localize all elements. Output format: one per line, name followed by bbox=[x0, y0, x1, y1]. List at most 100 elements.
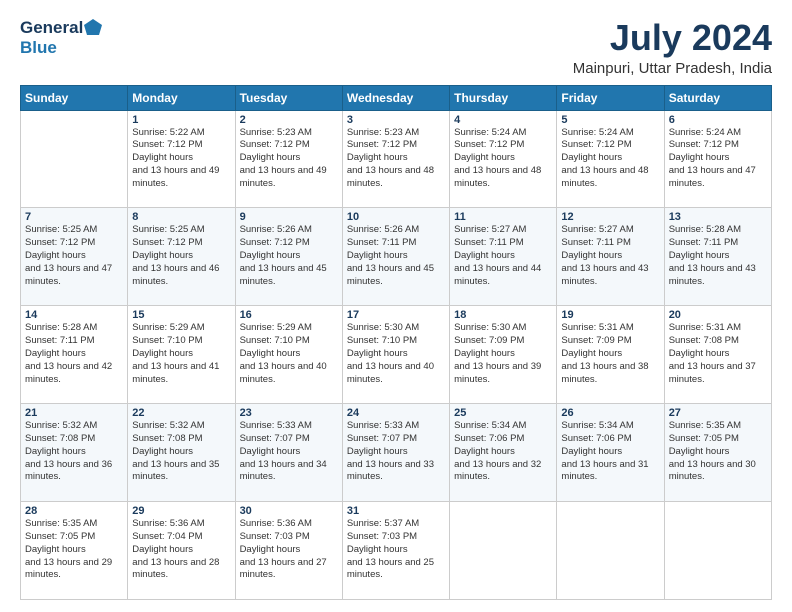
day-info: Sunrise: 5:25 AM Sunset: 7:12 PM Dayligh… bbox=[25, 224, 123, 288]
col-sunday: Sunday bbox=[21, 85, 128, 110]
logo-icon bbox=[84, 19, 102, 35]
day-info: Sunrise: 5:34 AM Sunset: 7:06 PM Dayligh… bbox=[454, 420, 552, 484]
col-thursday: Thursday bbox=[450, 85, 557, 110]
col-saturday: Saturday bbox=[664, 85, 771, 110]
day-info: Sunrise: 5:35 AM Sunset: 7:05 PM Dayligh… bbox=[25, 518, 123, 582]
day-number: 26 bbox=[561, 407, 659, 419]
day-number: 4 bbox=[454, 114, 552, 126]
day-info: Sunrise: 5:30 AM Sunset: 7:10 PM Dayligh… bbox=[347, 322, 445, 386]
table-row: 10 Sunrise: 5:26 AM Sunset: 7:11 PM Dayl… bbox=[342, 208, 449, 306]
table-row bbox=[450, 502, 557, 600]
calendar-table: Sunday Monday Tuesday Wednesday Thursday… bbox=[20, 85, 772, 600]
day-info: Sunrise: 5:34 AM Sunset: 7:06 PM Dayligh… bbox=[561, 420, 659, 484]
week-row-5: 28 Sunrise: 5:35 AM Sunset: 7:05 PM Dayl… bbox=[21, 502, 772, 600]
table-row: 17 Sunrise: 5:30 AM Sunset: 7:10 PM Dayl… bbox=[342, 306, 449, 404]
table-row: 20 Sunrise: 5:31 AM Sunset: 7:08 PM Dayl… bbox=[664, 306, 771, 404]
day-info: Sunrise: 5:33 AM Sunset: 7:07 PM Dayligh… bbox=[347, 420, 445, 484]
title-location: Mainpuri, Uttar Pradesh, India bbox=[573, 60, 772, 77]
day-number: 13 bbox=[669, 211, 767, 223]
table-row: 16 Sunrise: 5:29 AM Sunset: 7:10 PM Dayl… bbox=[235, 306, 342, 404]
day-number: 25 bbox=[454, 407, 552, 419]
logo-blue-text: Blue bbox=[20, 38, 57, 58]
day-number: 20 bbox=[669, 309, 767, 321]
day-info: Sunrise: 5:27 AM Sunset: 7:11 PM Dayligh… bbox=[454, 224, 552, 288]
title-month-year: July 2024 bbox=[573, 18, 772, 58]
table-row bbox=[21, 110, 128, 208]
day-number: 6 bbox=[669, 114, 767, 126]
day-number: 31 bbox=[347, 505, 445, 517]
table-row: 7 Sunrise: 5:25 AM Sunset: 7:12 PM Dayli… bbox=[21, 208, 128, 306]
day-number: 14 bbox=[25, 309, 123, 321]
day-number: 19 bbox=[561, 309, 659, 321]
day-info: Sunrise: 5:23 AM Sunset: 7:12 PM Dayligh… bbox=[347, 127, 445, 191]
day-info: Sunrise: 5:24 AM Sunset: 7:12 PM Dayligh… bbox=[561, 127, 659, 191]
table-row: 19 Sunrise: 5:31 AM Sunset: 7:09 PM Dayl… bbox=[557, 306, 664, 404]
day-info: Sunrise: 5:33 AM Sunset: 7:07 PM Dayligh… bbox=[240, 420, 338, 484]
day-info: Sunrise: 5:26 AM Sunset: 7:11 PM Dayligh… bbox=[347, 224, 445, 288]
week-row-3: 14 Sunrise: 5:28 AM Sunset: 7:11 PM Dayl… bbox=[21, 306, 772, 404]
day-number: 11 bbox=[454, 211, 552, 223]
day-info: Sunrise: 5:26 AM Sunset: 7:12 PM Dayligh… bbox=[240, 224, 338, 288]
week-row-1: 1 Sunrise: 5:22 AM Sunset: 7:12 PM Dayli… bbox=[21, 110, 772, 208]
table-row: 15 Sunrise: 5:29 AM Sunset: 7:10 PM Dayl… bbox=[128, 306, 235, 404]
table-row: 12 Sunrise: 5:27 AM Sunset: 7:11 PM Dayl… bbox=[557, 208, 664, 306]
table-row: 4 Sunrise: 5:24 AM Sunset: 7:12 PM Dayli… bbox=[450, 110, 557, 208]
day-number: 2 bbox=[240, 114, 338, 126]
day-info: Sunrise: 5:36 AM Sunset: 7:04 PM Dayligh… bbox=[132, 518, 230, 582]
table-row bbox=[664, 502, 771, 600]
day-number: 24 bbox=[347, 407, 445, 419]
table-row: 18 Sunrise: 5:30 AM Sunset: 7:09 PM Dayl… bbox=[450, 306, 557, 404]
table-row: 25 Sunrise: 5:34 AM Sunset: 7:06 PM Dayl… bbox=[450, 404, 557, 502]
table-row: 11 Sunrise: 5:27 AM Sunset: 7:11 PM Dayl… bbox=[450, 208, 557, 306]
day-number: 10 bbox=[347, 211, 445, 223]
table-row: 5 Sunrise: 5:24 AM Sunset: 7:12 PM Dayli… bbox=[557, 110, 664, 208]
day-number: 21 bbox=[25, 407, 123, 419]
day-number: 16 bbox=[240, 309, 338, 321]
table-row: 22 Sunrise: 5:32 AM Sunset: 7:08 PM Dayl… bbox=[128, 404, 235, 502]
table-row: 24 Sunrise: 5:33 AM Sunset: 7:07 PM Dayl… bbox=[342, 404, 449, 502]
table-row: 21 Sunrise: 5:32 AM Sunset: 7:08 PM Dayl… bbox=[21, 404, 128, 502]
day-info: Sunrise: 5:29 AM Sunset: 7:10 PM Dayligh… bbox=[132, 322, 230, 386]
day-number: 15 bbox=[132, 309, 230, 321]
day-number: 9 bbox=[240, 211, 338, 223]
day-number: 7 bbox=[25, 211, 123, 223]
logo-general-text: General bbox=[20, 18, 83, 38]
table-row: 23 Sunrise: 5:33 AM Sunset: 7:07 PM Dayl… bbox=[235, 404, 342, 502]
table-row: 2 Sunrise: 5:23 AM Sunset: 7:12 PM Dayli… bbox=[235, 110, 342, 208]
col-wednesday: Wednesday bbox=[342, 85, 449, 110]
title-block: July 2024 Mainpuri, Uttar Pradesh, India bbox=[573, 18, 772, 77]
table-row: 29 Sunrise: 5:36 AM Sunset: 7:04 PM Dayl… bbox=[128, 502, 235, 600]
day-number: 12 bbox=[561, 211, 659, 223]
col-tuesday: Tuesday bbox=[235, 85, 342, 110]
week-row-4: 21 Sunrise: 5:32 AM Sunset: 7:08 PM Dayl… bbox=[21, 404, 772, 502]
day-info: Sunrise: 5:30 AM Sunset: 7:09 PM Dayligh… bbox=[454, 322, 552, 386]
table-row: 26 Sunrise: 5:34 AM Sunset: 7:06 PM Dayl… bbox=[557, 404, 664, 502]
day-info: Sunrise: 5:36 AM Sunset: 7:03 PM Dayligh… bbox=[240, 518, 338, 582]
day-info: Sunrise: 5:29 AM Sunset: 7:10 PM Dayligh… bbox=[240, 322, 338, 386]
day-number: 29 bbox=[132, 505, 230, 517]
day-number: 23 bbox=[240, 407, 338, 419]
table-row: 6 Sunrise: 5:24 AM Sunset: 7:12 PM Dayli… bbox=[664, 110, 771, 208]
day-info: Sunrise: 5:31 AM Sunset: 7:09 PM Dayligh… bbox=[561, 322, 659, 386]
day-number: 8 bbox=[132, 211, 230, 223]
day-info: Sunrise: 5:23 AM Sunset: 7:12 PM Dayligh… bbox=[240, 127, 338, 191]
day-info: Sunrise: 5:25 AM Sunset: 7:12 PM Dayligh… bbox=[132, 224, 230, 288]
col-monday: Monday bbox=[128, 85, 235, 110]
day-info: Sunrise: 5:32 AM Sunset: 7:08 PM Dayligh… bbox=[132, 420, 230, 484]
table-row: 9 Sunrise: 5:26 AM Sunset: 7:12 PM Dayli… bbox=[235, 208, 342, 306]
table-row: 13 Sunrise: 5:28 AM Sunset: 7:11 PM Dayl… bbox=[664, 208, 771, 306]
day-number: 22 bbox=[132, 407, 230, 419]
table-row bbox=[557, 502, 664, 600]
day-number: 17 bbox=[347, 309, 445, 321]
table-row: 3 Sunrise: 5:23 AM Sunset: 7:12 PM Dayli… bbox=[342, 110, 449, 208]
table-row: 28 Sunrise: 5:35 AM Sunset: 7:05 PM Dayl… bbox=[21, 502, 128, 600]
table-row: 1 Sunrise: 5:22 AM Sunset: 7:12 PM Dayli… bbox=[128, 110, 235, 208]
day-number: 28 bbox=[25, 505, 123, 517]
day-info: Sunrise: 5:24 AM Sunset: 7:12 PM Dayligh… bbox=[669, 127, 767, 191]
day-number: 27 bbox=[669, 407, 767, 419]
day-info: Sunrise: 5:22 AM Sunset: 7:12 PM Dayligh… bbox=[132, 127, 230, 191]
day-number: 1 bbox=[132, 114, 230, 126]
table-row: 30 Sunrise: 5:36 AM Sunset: 7:03 PM Dayl… bbox=[235, 502, 342, 600]
day-info: Sunrise: 5:28 AM Sunset: 7:11 PM Dayligh… bbox=[25, 322, 123, 386]
week-row-2: 7 Sunrise: 5:25 AM Sunset: 7:12 PM Dayli… bbox=[21, 208, 772, 306]
